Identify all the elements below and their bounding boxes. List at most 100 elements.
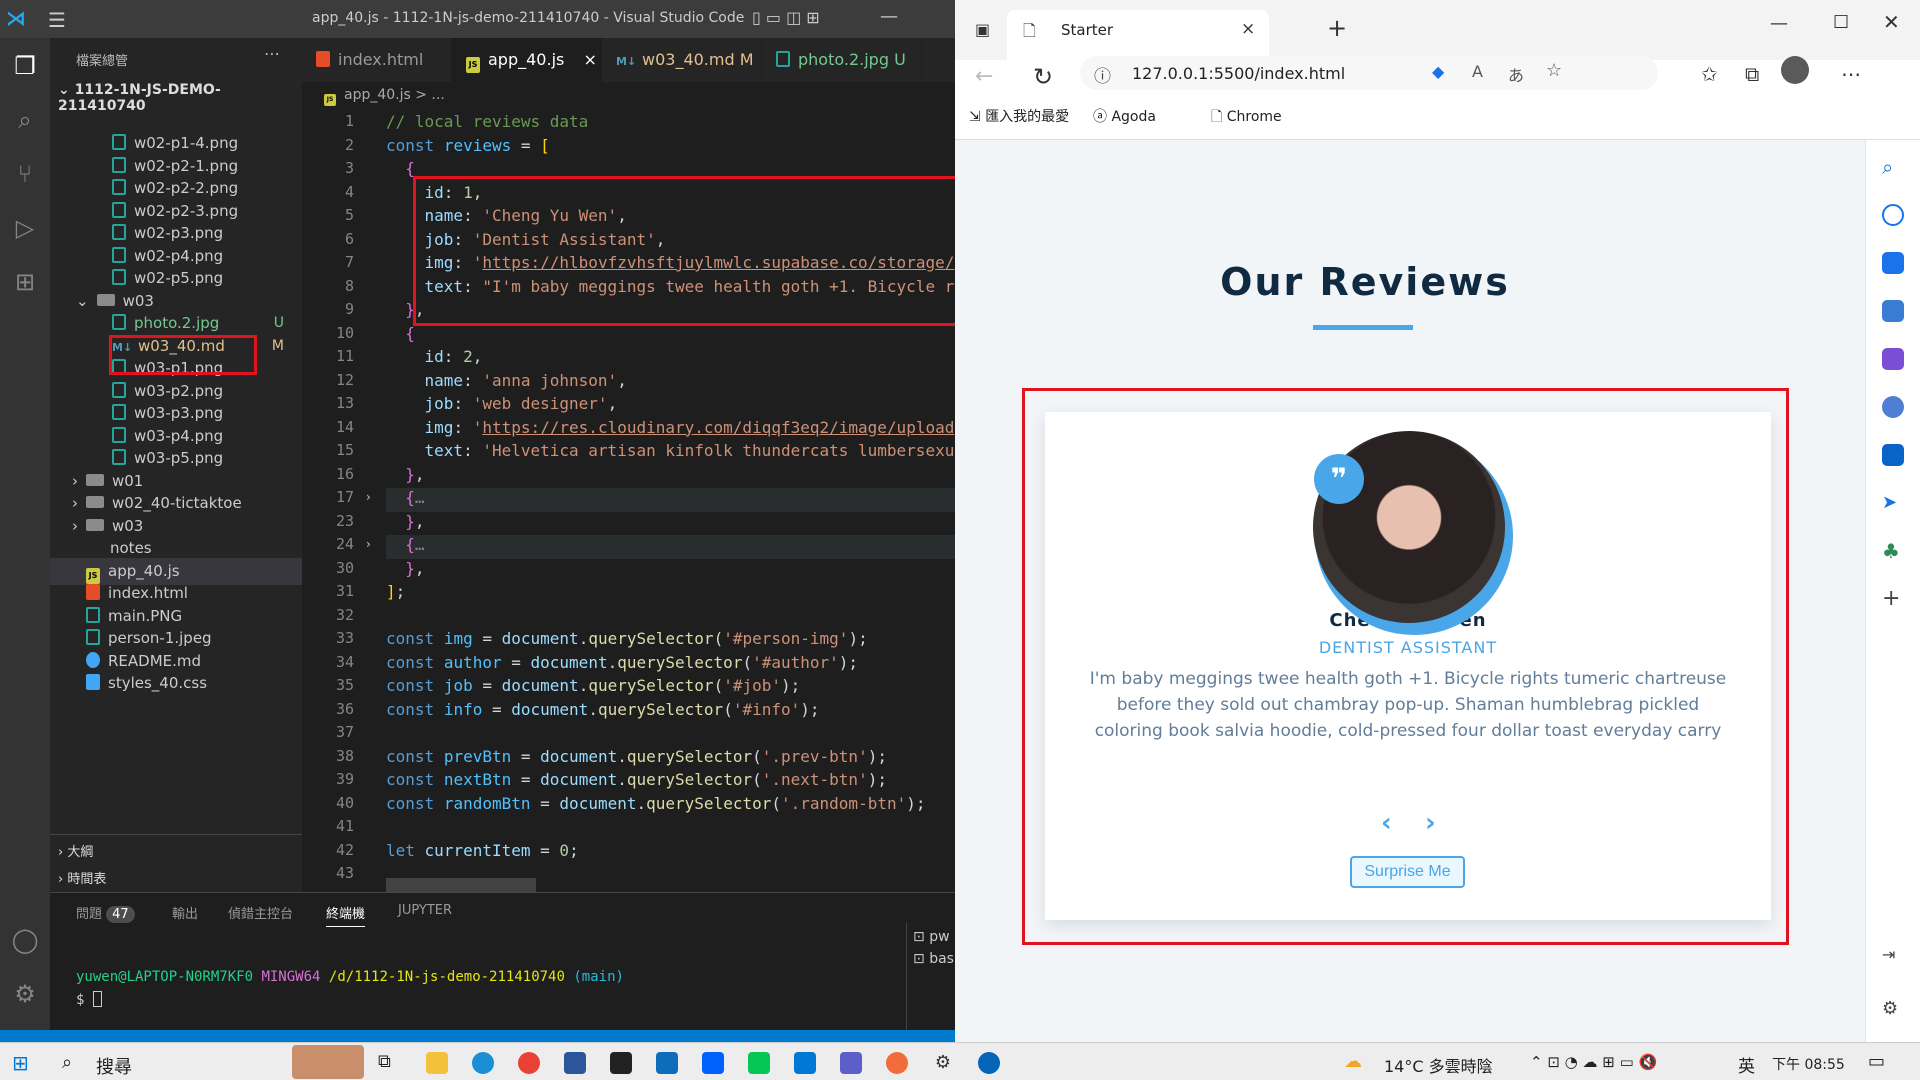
taskbar-search[interactable]: 搜尋 <box>96 1053 132 1079</box>
code-line[interactable]: const job = document.querySelector('#job… <box>386 676 800 695</box>
file-explorer-icon[interactable] <box>426 1052 448 1074</box>
tab-actions-icon[interactable]: ▣ <box>975 20 990 39</box>
office-icon[interactable] <box>1882 396 1904 418</box>
close-tab-icon[interactable]: × <box>1241 19 1255 39</box>
favorite-agoda[interactable]: ⓐ Agoda <box>1093 106 1156 126</box>
terminal-item[interactable]: ⊡ pw <box>913 929 955 945</box>
tools-icon[interactable] <box>1882 300 1904 322</box>
add-icon[interactable]: + <box>1882 588 1904 610</box>
coupon-tag-icon[interactable]: ◆ <box>1432 62 1444 81</box>
windows-start-icon[interactable]: ⊞ <box>12 1051 29 1075</box>
explorer-icon[interactable]: ❐ <box>9 50 41 82</box>
weather-text[interactable]: 14°C 多雲時陰 <box>1384 1053 1493 1077</box>
code-line[interactable]: const randomBtn = document.querySelector… <box>386 794 926 813</box>
tab-terminal[interactable]: 終端機 <box>326 903 366 927</box>
terminal-prompt[interactable]: $ <box>76 991 102 1008</box>
chrome-icon[interactable] <box>518 1052 540 1074</box>
code-line[interactable]: // local reviews data <box>386 112 588 131</box>
code-line[interactable]: }, <box>386 465 424 484</box>
settings-gear-icon[interactable]: ⚙ <box>932 1052 954 1074</box>
code-line[interactable]: id: 2, <box>386 347 483 366</box>
close-window-icon[interactable]: ✕ <box>1883 10 1900 34</box>
clock[interactable]: 下午 08:55 <box>1772 1054 1845 1074</box>
firefox-icon[interactable] <box>886 1052 908 1074</box>
tree-icon[interactable]: ♣ <box>1882 540 1904 562</box>
close-tab-icon[interactable]: × <box>583 50 596 69</box>
back-arrow-icon[interactable]: ← <box>975 64 993 89</box>
onedrive-icon[interactable] <box>978 1052 1000 1074</box>
favorites-icon[interactable]: ✩ <box>1701 62 1718 86</box>
timeline-section[interactable]: › 時間表 <box>58 868 106 887</box>
tab-problems[interactable]: 問題 47 <box>76 903 135 923</box>
add-favorite-star-icon[interactable]: ☆ <box>1546 60 1562 81</box>
reload-icon[interactable]: ↻ <box>1033 63 1053 91</box>
fold-chevron-icon[interactable]: › <box>366 537 371 551</box>
terminal-item[interactable]: ⊡ bas <box>913 951 955 967</box>
tab-debug-console[interactable]: 偵錯主控台 <box>228 903 293 922</box>
bing-chat-icon[interactable] <box>1882 204 1904 226</box>
browser-tab[interactable]: 🗋 Starter × <box>1007 10 1269 60</box>
terminal-line[interactable]: yuwen@LAPTOP-N0RM7KF0 MINGW64 /d/1112-1N… <box>76 969 624 985</box>
new-tab-icon[interactable]: + <box>1327 14 1347 42</box>
code-line[interactable]: { <box>386 159 415 178</box>
favorite-chrome[interactable]: 🗋 Chrome <box>1211 106 1282 130</box>
breadcrumb[interactable]: JS app_40.js > ... <box>302 82 955 108</box>
code-line[interactable]: const reviews = [ <box>386 136 550 155</box>
code-line[interactable]: img: 'https://res.cloudinary.com/diqqf3e… <box>386 418 955 437</box>
search-icon[interactable]: ⌕ <box>62 1052 72 1073</box>
maximize-icon[interactable]: ☐ <box>1833 12 1849 33</box>
hide-sidebar-icon[interactable]: ⇥ <box>1882 944 1904 966</box>
menu-icon[interactable]: ☰ <box>48 8 66 32</box>
code-line[interactable]: const author = document.querySelector('#… <box>386 653 858 672</box>
translate-icon[interactable]: あ <box>1508 62 1524 86</box>
outline-section[interactable]: › 大綱 <box>58 841 93 860</box>
task-view-icon[interactable]: ⧉ <box>378 1051 391 1072</box>
read-aloud-icon[interactable]: A <box>1472 62 1483 81</box>
search-icon[interactable]: ⌕ <box>1882 156 1904 178</box>
games-icon[interactable] <box>1882 348 1904 370</box>
tab-app-js[interactable]: JS app_40.js × <box>452 38 602 82</box>
edge-icon[interactable] <box>472 1052 494 1074</box>
line-icon[interactable] <box>748 1052 770 1074</box>
code-line[interactable]: job: 'web designer', <box>386 394 618 413</box>
file-tree-item[interactable]: styles_40.css <box>50 670 302 697</box>
code-line[interactable]: const img = document.querySelector('#per… <box>386 629 868 648</box>
notification-icon[interactable]: ▭ <box>1868 1051 1885 1072</box>
tab-photo-jpg[interactable]: photo.2.jpg U <box>762 38 922 82</box>
url-field[interactable]: ⓘ 127.0.0.1:5500/index.html ◆ A あ ☆ <box>1080 56 1658 90</box>
code-line[interactable]: const prevBtn = document.querySelector('… <box>386 747 887 766</box>
teams-icon[interactable] <box>840 1052 862 1074</box>
profile-avatar[interactable] <box>1781 56 1809 84</box>
ime-indicator[interactable]: 英 <box>1738 1052 1755 1077</box>
tab-w03-md[interactable]: M↓ w03_40.md M <box>602 38 762 82</box>
run-debug-icon[interactable]: ▷ <box>9 212 41 244</box>
source-control-icon[interactable]: ⑂ <box>9 158 41 190</box>
account-icon[interactable]: ◯ <box>9 924 41 956</box>
minimize-icon[interactable]: — <box>1770 13 1788 34</box>
mail-icon[interactable] <box>656 1052 678 1074</box>
code-line[interactable]: const info = document.querySelector('#in… <box>386 700 820 719</box>
code-line[interactable]: name: 'anna johnson', <box>386 371 627 390</box>
outlook-icon[interactable] <box>1882 444 1904 466</box>
fold-chevron-icon[interactable]: › <box>366 490 371 504</box>
code-line[interactable]: { <box>386 324 415 343</box>
tab-index-html[interactable]: index.html <box>302 38 452 82</box>
code-line[interactable]: {… <box>386 488 424 507</box>
layout-toggle-icon[interactable]: ▯ ▭ ◫ ⊞ <box>752 8 820 27</box>
favorite-import[interactable]: ⇲ 匯入我的最愛 <box>969 106 1069 126</box>
settings-gear-icon[interactable]: ⚙ <box>9 978 41 1010</box>
terminal-icon[interactable] <box>610 1052 632 1074</box>
code-line[interactable]: text: 'Helvetica artisan kinfolk thunder… <box>386 441 955 460</box>
code-line[interactable]: const nextBtn = document.querySelector('… <box>386 770 887 789</box>
code-line[interactable]: {… <box>386 535 424 554</box>
info-icon[interactable]: ⓘ <box>1094 62 1111 87</box>
extensions-icon[interactable]: ⊞ <box>9 266 41 298</box>
dropbox-icon[interactable] <box>702 1052 724 1074</box>
collections-icon[interactable]: ⧉ <box>1745 62 1759 86</box>
tab-jupyter[interactable]: JUPYTER <box>398 903 452 918</box>
search-icon[interactable]: ⌕ <box>9 104 41 136</box>
settings-gear-icon[interactable]: ⚙ <box>1882 998 1904 1020</box>
word-icon[interactable] <box>564 1052 586 1074</box>
code-line[interactable]: ]; <box>386 582 405 601</box>
vscode-icon[interactable] <box>794 1052 816 1074</box>
